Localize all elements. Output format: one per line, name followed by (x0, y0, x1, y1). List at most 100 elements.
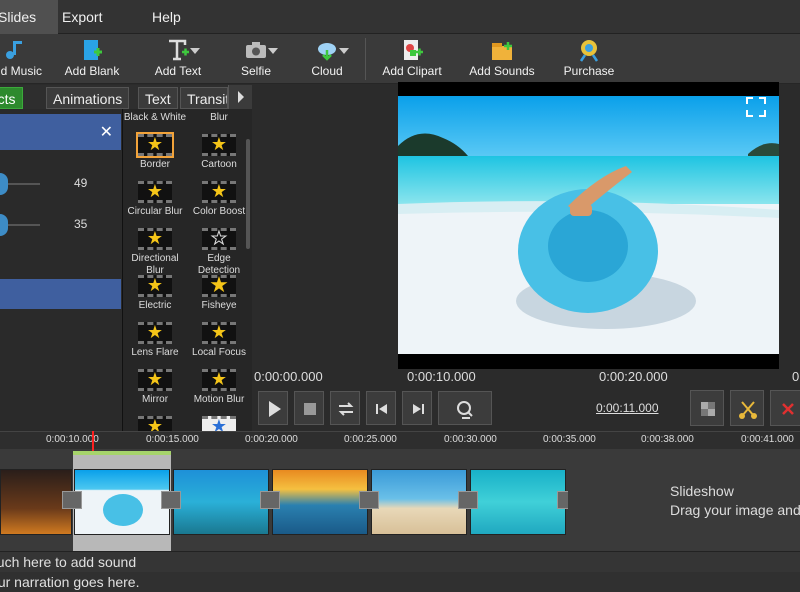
play-icon (269, 401, 281, 417)
clip-thumbnail (103, 494, 143, 526)
preview-time-ruler[interactable]: 0:00:00.000 0:00:10.000 0:00:20.000 0 (252, 369, 800, 387)
menu-export[interactable]: Export (40, 0, 124, 34)
star-icon: ★ (210, 322, 228, 343)
effect-next-1[interactable]: ★ (123, 416, 187, 431)
purchase-button[interactable]: Purchase (560, 34, 618, 84)
playhead[interactable] (92, 431, 94, 451)
tabs-scroll-button[interactable] (228, 85, 252, 109)
effect-directional-blur[interactable]: ★ Directional Blur (123, 228, 187, 277)
sound-track[interactable]: Touch here to add sound (0, 551, 800, 572)
play-button[interactable] (258, 391, 288, 425)
star-icon: ★ (146, 134, 164, 155)
cloud-icon (318, 43, 336, 61)
zoom-button[interactable] (438, 391, 492, 425)
clip-beach-hat[interactable] (74, 469, 170, 535)
effect-electric[interactable]: ★ Electric (123, 275, 187, 312)
star-icon: ★ (210, 181, 228, 202)
previous-button[interactable] (366, 391, 396, 425)
scissors-icon (739, 401, 757, 419)
effect-thumbnail: ★ (136, 132, 174, 158)
clip-float[interactable] (470, 469, 566, 535)
add-music-button[interactable]: Add Music (0, 34, 42, 84)
tab-transitions[interactable]: Transitions (180, 87, 228, 109)
loop-button[interactable] (330, 391, 360, 425)
effect-section-bar[interactable] (0, 279, 121, 309)
narration-track[interactable]: Your narration goes here. (0, 572, 800, 592)
text-icon (169, 39, 189, 61)
add-sounds-label: Add Sounds (469, 64, 535, 78)
effect-thumbnail: ★ (202, 369, 236, 391)
transition-icon[interactable] (359, 491, 379, 509)
chevron-down-icon (339, 48, 349, 54)
preview-time-mark: 0:00:20.000 (599, 369, 668, 384)
tab-effects[interactable]: Effects (0, 87, 23, 109)
effect-circular-blur[interactable]: ★ Circular Blur (123, 181, 187, 218)
effect-color-boost[interactable]: ★ Color Boost (187, 181, 251, 218)
stop-button[interactable] (294, 391, 324, 425)
effect-cartoon[interactable]: ★ Cartoon (187, 134, 251, 171)
add-clipart-button[interactable]: Add Clipart (380, 34, 444, 84)
add-blank-button[interactable]: Add Blank (62, 34, 122, 84)
effect-slider-1[interactable]: 49 (0, 169, 121, 199)
effect-thumbnail: ★ (202, 228, 236, 250)
effect-fisheye[interactable]: ★ Fisheye (187, 272, 251, 312)
effect-label: Color Boost (192, 206, 246, 217)
preview-image (398, 96, 779, 354)
close-icon[interactable]: ✕ (100, 122, 113, 142)
effects-scrollbar[interactable] (246, 139, 250, 249)
effects-list: Black & White Blur ★ Border ★ Cartoon ★ Cir… (122, 109, 252, 431)
menu-help[interactable]: Help (130, 0, 203, 34)
effect-mirror[interactable]: ★ Mirror (123, 369, 187, 406)
star-icon: ★ (209, 272, 229, 298)
effect-label: Black & White (123, 112, 187, 123)
fullscreen-icon[interactable] (745, 96, 767, 118)
slider-knob[interactable] (0, 173, 8, 195)
effect-lens-flare[interactable]: ★ Lens Flare (123, 322, 187, 359)
slider-knob[interactable] (0, 214, 8, 236)
clip-handstand[interactable] (371, 469, 467, 535)
effect-next-2[interactable]: ★ (187, 416, 251, 431)
effect-thumbnail: ★ (138, 275, 172, 297)
delete-icon (782, 403, 794, 415)
add-sounds-button[interactable]: Add Sounds (468, 34, 536, 84)
transition-icon[interactable] (260, 491, 280, 509)
delete-button[interactable] (770, 390, 800, 426)
effect-border[interactable]: ★ Border (123, 132, 187, 171)
slideshow-drop-area[interactable]: Slideshow Drag your image and (568, 449, 800, 551)
clipart-icon (404, 40, 423, 60)
next-button[interactable] (402, 391, 432, 425)
effect-label: Cartoon (201, 159, 237, 170)
add-text-button[interactable]: Add Text (150, 34, 206, 84)
effect-black-white[interactable]: Black & White (123, 109, 187, 124)
star-icon: ★ (210, 228, 228, 249)
effect-motion-blur[interactable]: ★ Motion Blur (187, 369, 251, 406)
effect-edge-detection[interactable]: ★ Edge Detection (187, 228, 251, 277)
effect-blur[interactable]: Blur (187, 109, 251, 124)
tab-text[interactable]: Text (138, 87, 178, 109)
player-controls: 0:00:11.000 (252, 387, 800, 431)
effect-label: Electric (138, 300, 172, 311)
effect-slider-2[interactable]: 35 (0, 210, 121, 240)
effect-local-focus[interactable]: ★ Local Focus (187, 322, 251, 359)
transition-icon[interactable] (161, 491, 181, 509)
split-button[interactable] (730, 390, 764, 426)
timeline-mark: 0:00:35.000 (543, 434, 596, 445)
effect-label: Blur (210, 112, 228, 123)
transparency-button[interactable] (690, 390, 724, 426)
tab-animations[interactable]: Animations (46, 87, 130, 109)
transition-icon[interactable] (458, 491, 478, 509)
preview-window[interactable] (398, 82, 779, 369)
star-icon: ★ (210, 369, 228, 390)
current-time[interactable]: 0:00:11.000 (596, 401, 659, 415)
preview-time-mark: 0:00:10.000 (407, 369, 476, 384)
effects-tabs: Effects Animations Text Transitions (0, 85, 252, 109)
timeline-ruler[interactable]: 0:00:10.000 0:00:15.000 0:00:20.000 0:00… (0, 431, 800, 449)
star-icon: ★ (146, 369, 164, 390)
cloud-button[interactable]: Cloud (303, 34, 351, 84)
clip-surf-sunset[interactable] (272, 469, 368, 535)
purchase-label: Purchase (563, 64, 615, 78)
clip-pier[interactable] (173, 469, 269, 535)
selfie-button[interactable]: Selfie (232, 34, 280, 84)
slider-value: 49 (74, 176, 88, 190)
transition-icon[interactable] (62, 491, 82, 509)
